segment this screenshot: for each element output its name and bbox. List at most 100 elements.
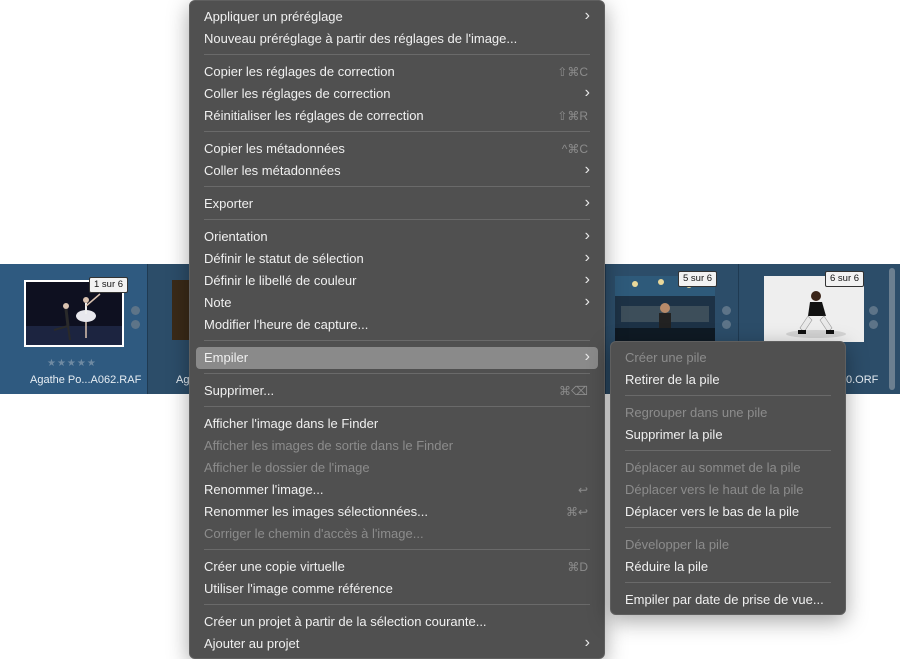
chevron-right-icon: › — [584, 84, 590, 101]
menu-item-label: Appliquer un préréglage — [204, 9, 343, 24]
chevron-right-icon: › — [584, 271, 590, 288]
menu-item-stack[interactable]: Empiler › — [196, 347, 598, 369]
filmstrip-scrollbar[interactable] — [889, 268, 895, 390]
menu-item-label: Afficher le dossier de l'image — [204, 460, 370, 475]
menu-item-rating[interactable]: Note › — [196, 292, 598, 314]
submenu-item-remove-from-stack[interactable]: Retirer de la pile — [617, 369, 839, 391]
menu-separator — [625, 395, 831, 396]
menu-item-reset-adjustments[interactable]: Réinitialiser les réglages de correction… — [196, 105, 598, 127]
menu-item-label: Créer une pile — [625, 350, 707, 365]
stack-dot — [722, 320, 731, 329]
stack-dot — [869, 306, 878, 315]
menu-item-label: Note — [204, 295, 232, 310]
submenu-item-move-down[interactable]: Déplacer vers le bas de la pile — [617, 501, 839, 523]
menu-separator — [204, 406, 590, 407]
menu-item-label: Renommer les images sélectionnées... — [204, 504, 428, 519]
menu-item-shortcut: ⇧⌘R — [557, 109, 588, 123]
menu-item-shortcut: ⇧⌘C — [557, 65, 588, 79]
submenu-item-create-stack: Créer une pile — [617, 347, 839, 369]
thumbnail-filename: Agathe Po...A062.RAF — [30, 374, 142, 386]
stack-badge: 1 sur 6 — [89, 277, 129, 293]
menu-item-show-folder: Afficher le dossier de l'image — [196, 457, 598, 479]
menu-item-paste-adjustments[interactable]: Coller les réglages de correction › — [196, 83, 598, 105]
menu-item-label: Orientation — [204, 229, 268, 244]
stack-dot — [131, 320, 140, 329]
menu-item-add-to-project[interactable]: Ajouter au projet › — [196, 633, 598, 655]
rating-stars[interactable]: ★★★★★ — [47, 358, 97, 369]
chevron-right-icon: › — [584, 293, 590, 310]
menu-item-label: Modifier l'heure de capture... — [204, 317, 369, 332]
menu-item-virtual-copy[interactable]: Créer une copie virtuelle ⌘D — [196, 556, 598, 578]
menu-item-label: Déplacer au sommet de la pile — [625, 460, 801, 475]
menu-item-label: Déplacer vers le bas de la pile — [625, 504, 800, 519]
menu-item-label: Afficher l'image dans le Finder — [204, 416, 379, 431]
submenu-item-move-to-top: Déplacer au sommet de la pile — [617, 457, 839, 479]
menu-item-label: Regrouper dans une pile — [625, 405, 768, 420]
menu-separator — [204, 373, 590, 374]
chevron-right-icon: › — [584, 348, 590, 365]
submenu-item-group-stack: Regrouper dans une pile — [617, 402, 839, 424]
menu-separator — [204, 219, 590, 220]
stack-dot — [131, 306, 140, 315]
menu-separator — [625, 450, 831, 451]
chevron-right-icon: › — [584, 161, 590, 178]
cell-divider — [605, 264, 606, 394]
submenu-item-expand-stack: Développer la pile — [617, 534, 839, 556]
chevron-right-icon: › — [584, 227, 590, 244]
context-menu: Appliquer un préréglage › Nouveau prérég… — [189, 0, 605, 659]
menu-item-show-in-finder[interactable]: Afficher l'image dans le Finder — [196, 413, 598, 435]
cell-divider — [147, 264, 148, 394]
thumbnail-filename: 0.ORF — [846, 374, 879, 386]
menu-item-label: Afficher les images de sortie dans le Fi… — [204, 438, 454, 453]
menu-item-label: Retirer de la pile — [625, 372, 720, 387]
menu-item-orientation[interactable]: Orientation › — [196, 226, 598, 248]
submenu-item-collapse-stack[interactable]: Réduire la pile — [617, 556, 839, 578]
menu-item-label: Empiler par date de prise de vue... — [625, 592, 824, 607]
menu-item-create-project[interactable]: Créer un projet à partir de la sélection… — [196, 611, 598, 633]
menu-item-paste-metadata[interactable]: Coller les métadonnées › — [196, 160, 598, 182]
menu-item-label: Supprimer la pile — [625, 427, 723, 442]
menu-item-export[interactable]: Exporter › — [196, 193, 598, 215]
menu-item-copy-metadata[interactable]: Copier les métadonnées ^⌘C — [196, 138, 598, 160]
menu-item-rename-selected[interactable]: Renommer les images sélectionnées... ⌘↩ — [196, 501, 598, 523]
menu-item-label: Exporter — [204, 196, 254, 211]
chevron-right-icon: › — [584, 634, 590, 651]
menu-item-show-outputs-in-finder: Afficher les images de sortie dans le Fi… — [196, 435, 598, 457]
stack-dot — [869, 320, 878, 329]
menu-separator — [204, 186, 590, 187]
menu-item-shortcut: ^⌘C — [561, 142, 588, 156]
menu-item-label: Corriger le chemin d'accès à l'image... — [204, 526, 424, 541]
menu-item-delete[interactable]: Supprimer... ⌘⌫ — [196, 380, 598, 402]
menu-item-label: Définir le libellé de couleur — [204, 273, 357, 288]
thumbnail-filename: Ag — [176, 374, 190, 386]
menu-item-shortcut: ↩ — [577, 483, 588, 497]
menu-item-copy-adjustments[interactable]: Copier les réglages de correction ⇧⌘C — [196, 61, 598, 83]
menu-item-set-pick-status[interactable]: Définir le statut de sélection › — [196, 248, 598, 270]
chevron-right-icon: › — [584, 249, 590, 266]
menu-item-label: Ajouter au projet — [204, 636, 300, 651]
menu-separator — [204, 131, 590, 132]
menu-separator — [625, 527, 831, 528]
menu-item-label: Développer la pile — [625, 537, 730, 552]
menu-separator — [204, 54, 590, 55]
menu-item-apply-preset[interactable]: Appliquer un préréglage › — [196, 6, 598, 28]
menu-item-set-color-label[interactable]: Définir le libellé de couleur › — [196, 270, 598, 292]
menu-item-use-as-reference[interactable]: Utiliser l'image comme référence — [196, 578, 598, 600]
menu-item-label: Coller les métadonnées — [204, 163, 341, 178]
menu-separator — [204, 340, 590, 341]
menu-item-label: Copier les réglages de correction — [204, 64, 395, 79]
menu-item-label: Créer un projet à partir de la sélection… — [204, 614, 487, 629]
submenu-item-delete-stack[interactable]: Supprimer la pile — [617, 424, 839, 446]
menu-item-rename-image[interactable]: Renommer l'image... ↩ — [196, 479, 598, 501]
menu-item-label: Réduire la pile — [625, 559, 709, 574]
menu-item-label: Copier les métadonnées — [204, 141, 345, 156]
menu-item-new-preset[interactable]: Nouveau préréglage à partir des réglages… — [196, 28, 598, 50]
submenu-item-stack-by-date[interactable]: Empiler par date de prise de vue... — [617, 589, 839, 611]
menu-item-label: Nouveau préréglage à partir des réglages… — [204, 31, 518, 46]
stack-badge: 5 sur 6 — [678, 271, 718, 287]
menu-item-edit-capture-time[interactable]: Modifier l'heure de capture... — [196, 314, 598, 336]
stack-dot — [722, 306, 731, 315]
menu-item-shortcut: ⌘⌫ — [559, 384, 588, 398]
menu-item-label: Empiler — [204, 350, 249, 365]
menu-item-label: Réinitialiser les réglages de correction — [204, 108, 424, 123]
